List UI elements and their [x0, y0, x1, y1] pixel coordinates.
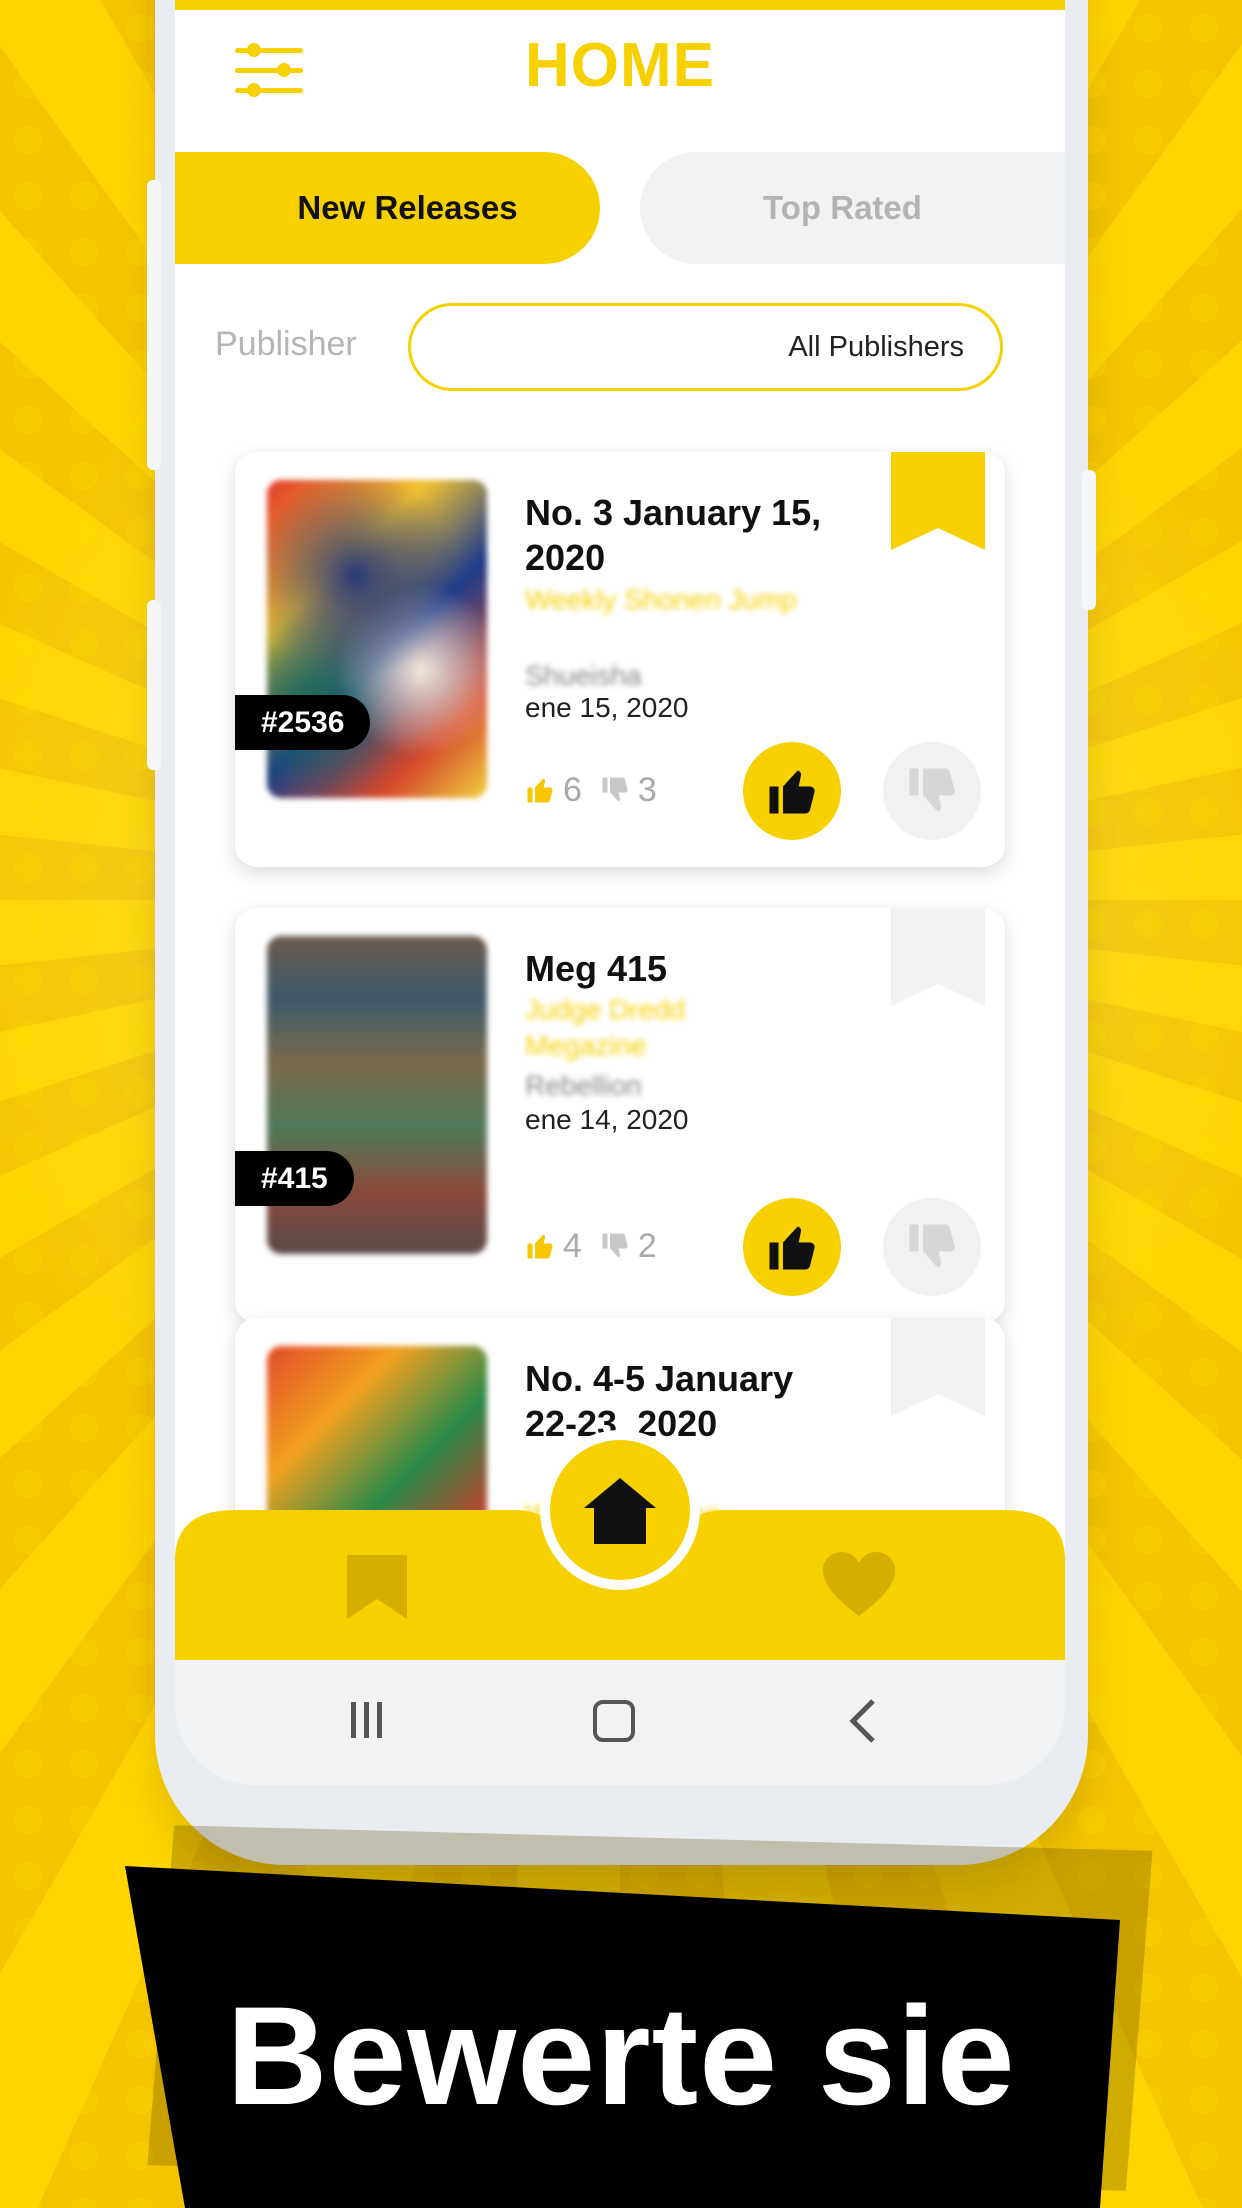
- comic-publisher: Shueisha: [525, 660, 642, 691]
- like-count: 4: [563, 1226, 582, 1265]
- back-icon[interactable]: [847, 1698, 877, 1744]
- page-title: HOME: [525, 31, 715, 100]
- comic-card[interactable]: #415 Meg 415 Judge Dredd Megazine Rebell…: [235, 908, 1005, 1323]
- release-date: ene 14, 2020: [525, 1104, 689, 1135]
- phone-side-button: [147, 180, 161, 470]
- recent-apps-icon[interactable]: [347, 1700, 387, 1740]
- thumbs-up-icon: [769, 1226, 815, 1270]
- thumbs-up-small-icon: [527, 1234, 553, 1259]
- issue-badge: #2536: [235, 695, 371, 750]
- home-icon: [584, 1478, 656, 1544]
- heart-icon[interactable]: [823, 1552, 895, 1618]
- dislike-button[interactable]: [883, 742, 981, 840]
- comic-title: Meg 415: [525, 948, 668, 989]
- vote-counts: 4 2: [525, 1226, 675, 1266]
- status-strip: [175, 0, 1065, 10]
- phone-side-button: [1082, 470, 1096, 610]
- thumbs-up-small-icon: [527, 778, 553, 803]
- comic-publisher: Rebellion: [525, 1070, 642, 1101]
- dislike-count: 2: [637, 1226, 657, 1265]
- comic-card[interactable]: #2536 No. 3 January 15, 2020 Weekly Shon…: [235, 452, 1005, 867]
- comic-series: Judge Dredd Megazine: [525, 994, 686, 1061]
- thumbs-up-icon: [769, 770, 815, 814]
- dislike-button[interactable]: [883, 1198, 981, 1296]
- comic-cover-image: [267, 480, 487, 798]
- promo-banner-text: Bewerte sie: [226, 1977, 1016, 2134]
- like-button[interactable]: [743, 1198, 841, 1296]
- thumbs-down-icon: [909, 1224, 955, 1268]
- thumbs-down-small-icon: [602, 1233, 628, 1258]
- comic-title: No. 4-5 January 22-23, 2020: [525, 1358, 794, 1444]
- nav-home-button[interactable]: [550, 1440, 690, 1580]
- publisher-filter-label: Publisher: [215, 325, 357, 363]
- like-count: 6: [563, 770, 582, 809]
- bookmark-ribbon-icon[interactable]: [891, 908, 985, 1006]
- dislike-count: 3: [637, 770, 657, 809]
- system-home-icon[interactable]: [593, 1700, 635, 1742]
- phone-side-button: [147, 600, 161, 770]
- thumbs-down-icon: [909, 768, 955, 812]
- tab-top-rated[interactable]: Top Rated: [640, 152, 1065, 264]
- release-date: ene 15, 2020: [525, 692, 689, 723]
- system-nav-bar: [175, 1660, 1065, 1785]
- bookmark-ribbon-icon[interactable]: [891, 452, 985, 550]
- app-screen: HOME New Releases Top Rated Publisher Al…: [175, 0, 1065, 1785]
- comic-cover-image: [267, 936, 487, 1254]
- comic-title: No. 3 January 15, 2020: [525, 492, 822, 578]
- issue-badge: #415: [235, 1151, 354, 1206]
- publisher-select[interactable]: All Publishers: [408, 303, 1003, 391]
- comic-series: Weekly Shonen Jump: [525, 584, 797, 615]
- thumbs-down-small-icon: [602, 777, 628, 802]
- tab-new-releases[interactable]: New Releases: [175, 152, 600, 264]
- bookmark-icon[interactable]: [347, 1555, 407, 1619]
- like-button[interactable]: [743, 742, 841, 840]
- vote-counts: 6 3: [525, 770, 675, 810]
- bookmark-ribbon-icon[interactable]: [891, 1318, 985, 1416]
